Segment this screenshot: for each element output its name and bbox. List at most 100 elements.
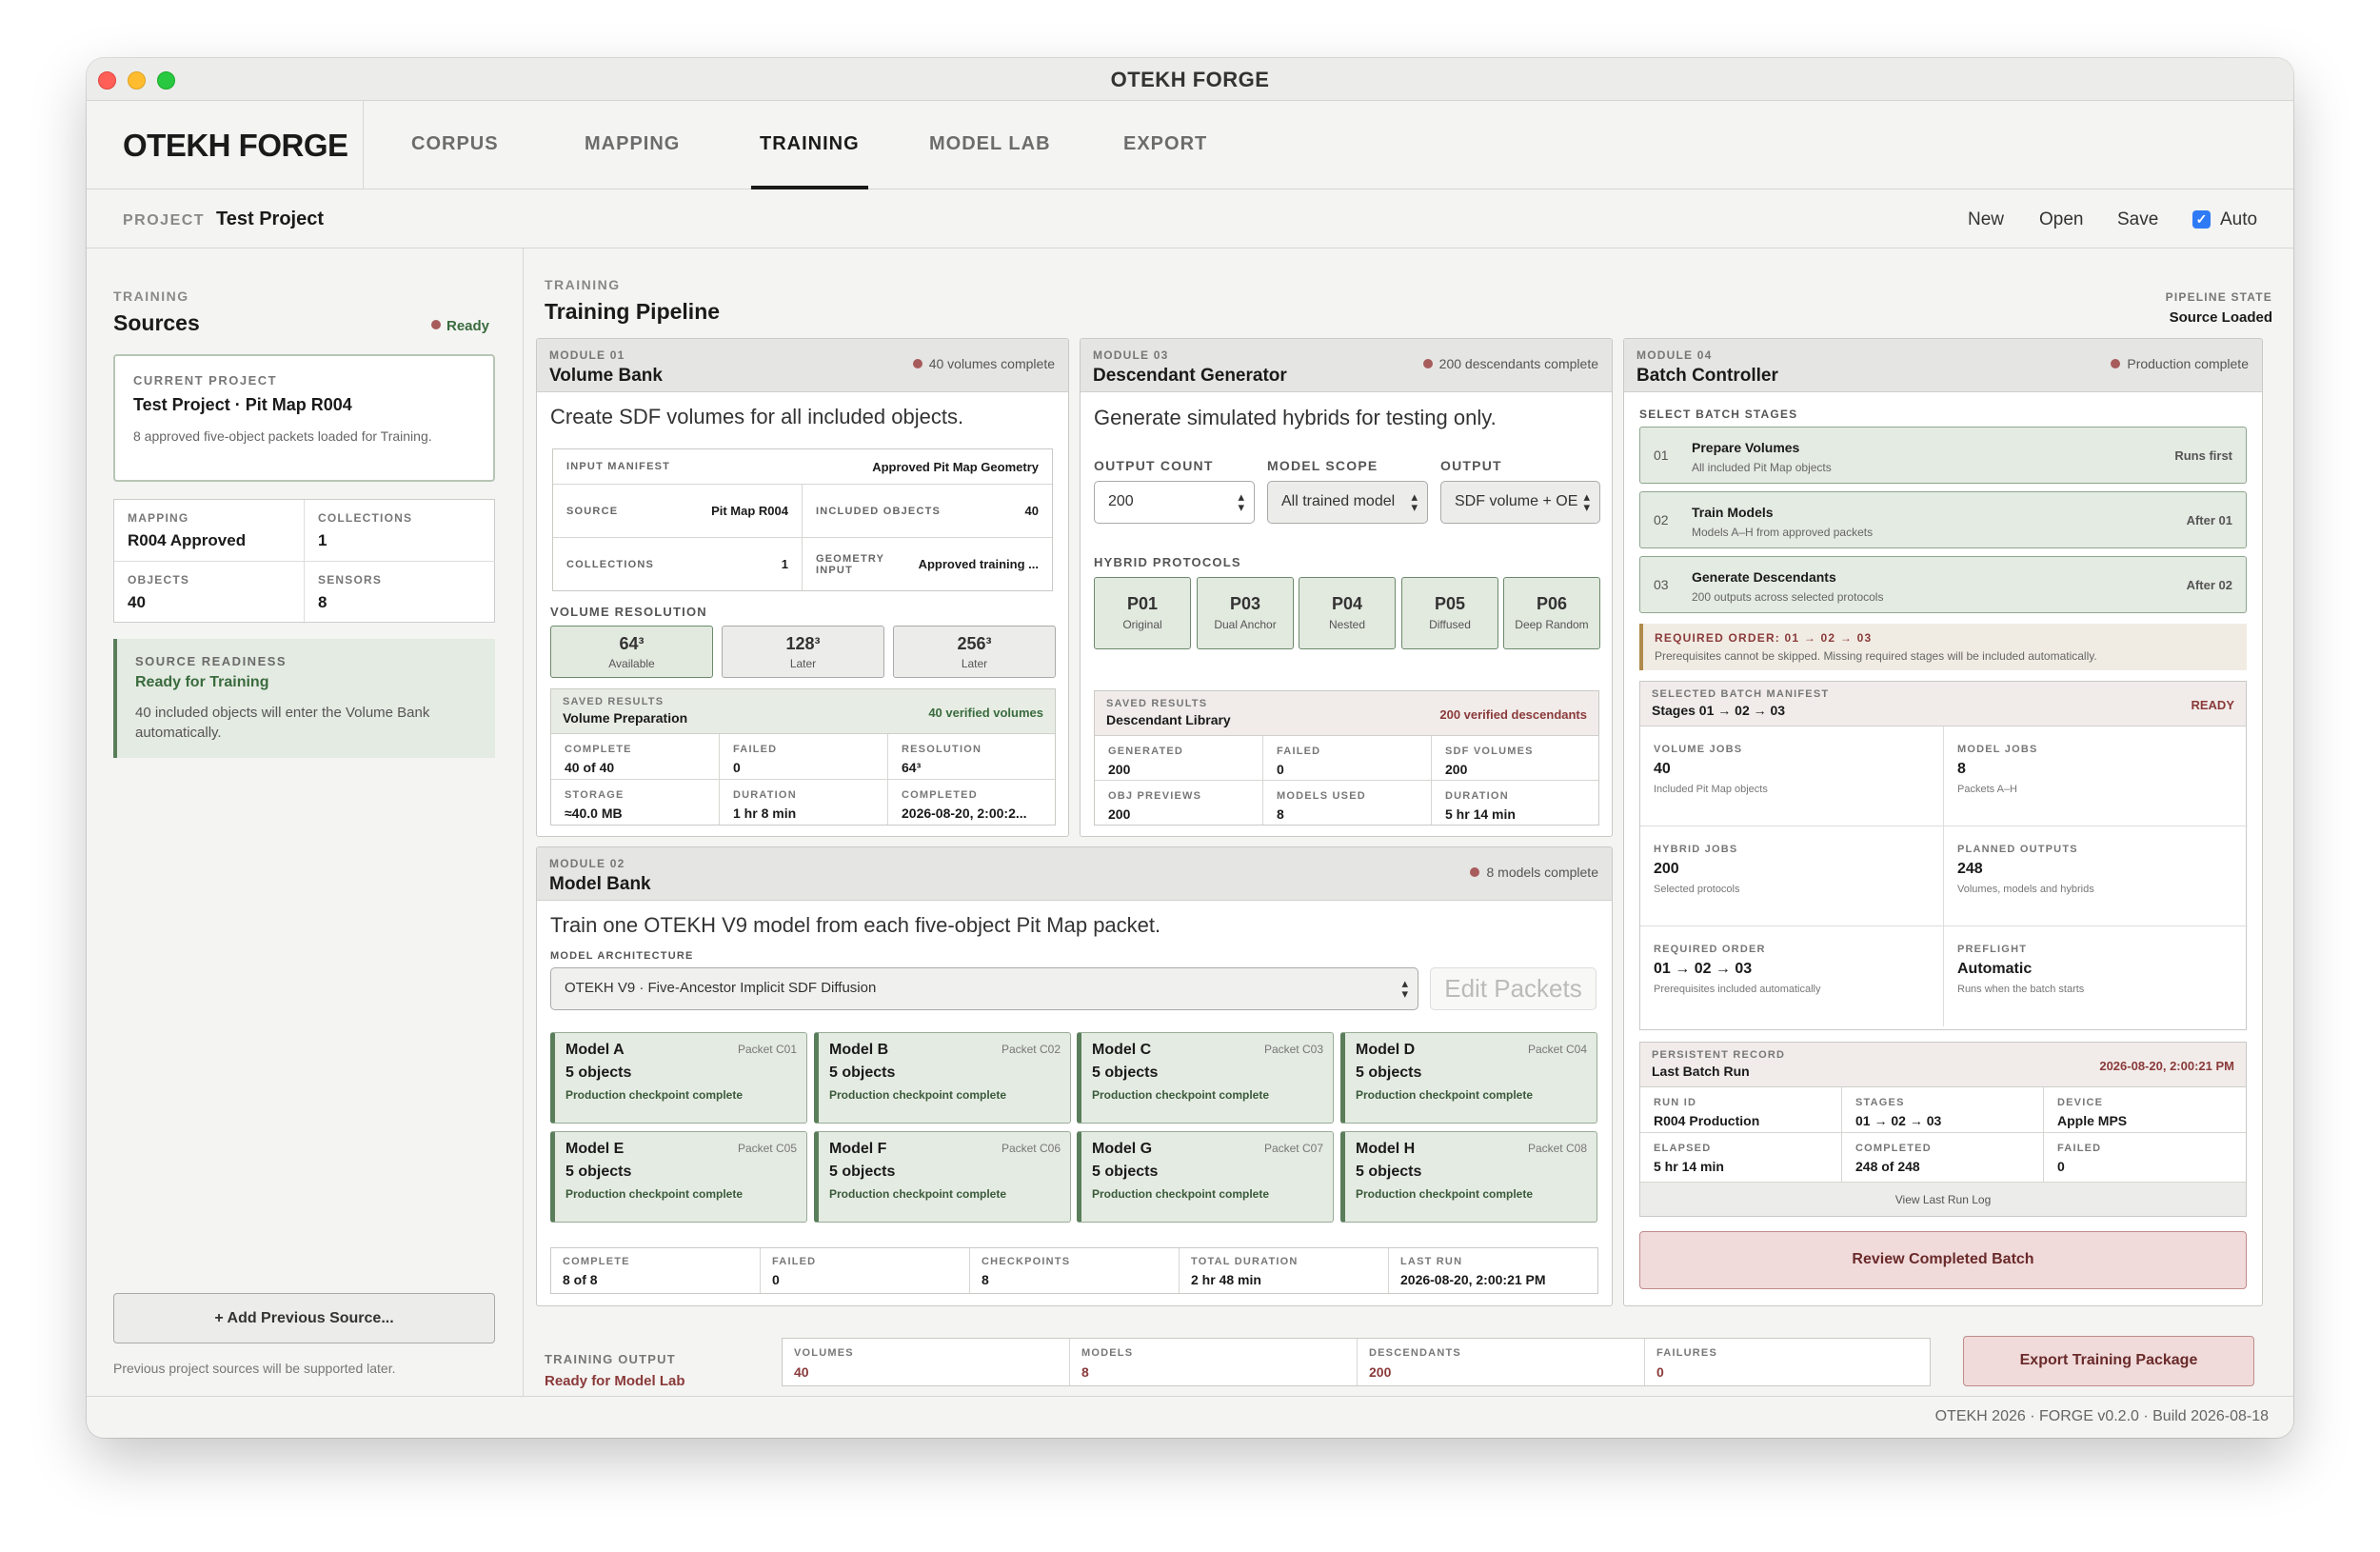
stat-sensors: SENSORS 8 [318,573,383,611]
resolution-256[interactable]: 256³ Later [893,626,1056,678]
output-cell: MODELS 8 [1070,1339,1358,1385]
manifest-cell: REQUIRED ORDER 01 → 02 → 03 Prerequisites … [1640,926,1944,1026]
descendant-generator-panel: MODULE 03 Descendant Generator 200 desce… [1080,338,1613,837]
readiness-title: Ready for Training [135,674,269,690]
readiness-text: 40 included objects will enter the Volum… [135,705,430,741]
manifest-cell: HYBRID JOBS 200 Selected protocols [1640,826,1944,926]
record-cell: COMPLETED 248 of 248 [1842,1133,2044,1182]
model-bank-summary: COMPLETE 8 of 8 FAILED 0 CHECKPOINTS 8 TOTA… [550,1247,1598,1294]
volume-bank-header: MODULE 01 Volume Bank 40 volumes complet… [537,339,1068,392]
auto-label[interactable]: Auto [2220,209,2257,230]
auto-checkbox[interactable]: ✓ [2192,210,2211,229]
record-cell: RUN ID R004 Production [1640,1087,1842,1133]
training-output-label: TRAINING OUTPUT [545,1352,676,1366]
protocol-p06[interactable]: P06 Deep Random [1503,577,1600,649]
model-scope-select[interactable]: All trained model ▴ ▾ [1267,481,1428,524]
stepper-icon[interactable]: ▴ ▾ [1238,490,1244,513]
saved-results-header: SAVED RESULTS Descendant Library 200 ver… [1095,691,1598,736]
open-button[interactable]: Open [2039,209,2083,230]
tab-model-lab[interactable]: MODEL LAB [929,133,1051,155]
build-info: OTEKH 2026 · FORGE v0.2.0 · Build 2026-0… [1934,1408,2269,1424]
view-last-run-log-link[interactable]: View Last Run Log [1640,1182,2246,1216]
tab-corpus[interactable]: CORPUS [411,133,499,155]
output-count-label: OUTPUT COUNT [1094,458,1214,473]
input-manifest: INPUT MANIFEST Approved Pit Map Geometry … [552,448,1053,591]
protocol-p03[interactable]: P03 Dual Anchor [1197,577,1294,649]
current-project-title: Test Project · Pit Map R004 [133,395,352,414]
model-card-e[interactable]: Model E Packet C05 5 objects Production che… [550,1131,807,1223]
model-bank-panel: MODULE 02 Model Bank 8 models complete T… [536,846,1613,1306]
current-project-subtitle: 8 approved five-object packets loaded fo… [133,428,432,444]
manifest-included-objects: INCLUDED OBJECTS 40 [803,485,1052,538]
record-cell: DEVICE Apple MPS [2044,1087,2246,1133]
export-training-package-button[interactable]: Export Training Package [1963,1336,2254,1386]
model-card-c[interactable]: Model C Packet C03 5 objects Production che… [1077,1032,1334,1124]
model-architecture-select[interactable]: OTEKH V9 · Five-Ancestor Implicit SDF Di… [550,967,1418,1010]
sidebar-status: Ready [431,318,489,334]
result-cell: DURATION 1 hr 8 min [720,780,888,825]
stage-prepare-volumes[interactable]: 01 Prepare Volumes All included Pit Map ob… [1639,427,2247,484]
manifest-collections: COLLECTIONS 1 [553,538,803,590]
sources-sidebar: TRAINING Sources Ready CURRENT PROJECT T… [87,249,524,1396]
summary-cell: TOTAL DURATION 2 hr 48 min [1180,1248,1389,1293]
hybrid-protocols-label: HYBRID PROTOCOLS [1094,555,1241,569]
model-bank-header: MODULE 02 Model Bank 8 models complete [537,847,1612,901]
brand-divider [363,101,364,189]
batch-controller-status: Production complete [2111,356,2249,371]
stage-train-models[interactable]: 02 Train Models Models A–H from approved p… [1639,491,2247,548]
output-select[interactable]: SDF volume + OE ▴ ▾ [1440,481,1600,524]
descendant-generator-status: 200 descendants complete [1422,356,1598,371]
protocol-p01[interactable]: P01 Original [1094,577,1191,649]
current-project-card: CURRENT PROJECT Test Project · Pit Map R… [113,354,495,482]
protocol-p05[interactable]: P05 Diffused [1401,577,1498,649]
model-card-b[interactable]: Model B Packet C02 5 objects Production che… [814,1032,1071,1124]
model-card-a[interactable]: Model A Packet C01 5 objects Production che… [550,1032,807,1124]
add-previous-source-button[interactable]: + Add Previous Source... [113,1293,495,1343]
app-window: OTEKH FORGE OTEKH FORGE CORPUS MAPPING T… [87,58,2293,1438]
review-completed-batch-button[interactable]: Review Completed Batch [1639,1231,2247,1289]
batch-controller-header: MODULE 04 Batch Controller Production co… [1624,339,2262,392]
result-cell: FAILED 0 [720,734,888,780]
current-project-eyebrow: CURRENT PROJECT [133,373,278,388]
app-header: OTEKH FORGE CORPUS MAPPING TRAINING MODE… [87,101,2293,189]
manifest-cell: VOLUME JOBS 40 Included Pit Map objects [1640,726,1944,826]
model-card-g[interactable]: Model G Packet C07 5 objects Production che… [1077,1131,1334,1223]
training-output-value: Ready for Model Lab [545,1373,685,1389]
descendant-description: Generate simulated hybrids for testing o… [1094,406,1497,429]
summary-cell: FAILED 0 [761,1248,970,1293]
readiness-eyebrow: SOURCE READINESS [135,654,288,668]
footer: OTEKH 2026 · FORGE v0.2.0 · Build 2026-0… [87,1396,2293,1438]
summary-cell: COMPLETE 8 of 8 [551,1248,761,1293]
save-button[interactable]: Save [2117,209,2158,230]
summary-cell: LAST RUN 2026-08-20, 2:00:21 PM [1400,1256,1546,1287]
resolution-128[interactable]: 128³ Later [722,626,884,678]
saved-results-header: SAVED RESULTS Volume Preparation 40 veri… [551,689,1055,734]
record-cell: STAGES 01 → 02 → 03 [1842,1087,2044,1133]
output-count-input[interactable]: 200 ▴ ▾ [1094,481,1255,524]
title-bar: OTEKH FORGE [87,58,2293,101]
batch-stages-label: SELECT BATCH STAGES [1639,408,1798,421]
result-cell: RESOLUTION 64³ [888,734,1055,780]
result-cell: OBJ PREVIEWS 200 [1095,781,1263,825]
sidebar-title: Sources [113,310,200,335]
new-button[interactable]: New [1968,209,2004,230]
tab-training[interactable]: TRAINING [760,133,860,155]
edit-packets-button[interactable]: Edit Packets [1430,967,1597,1010]
stat-collections: COLLECTIONS 1 [305,500,495,562]
model-card-d[interactable]: Model D Packet C04 5 objects Production che… [1340,1032,1597,1124]
model-architecture-label: MODEL ARCHITECTURE [550,950,694,962]
tab-export[interactable]: EXPORT [1123,133,1207,155]
model-card-f[interactable]: Model F Packet C06 5 objects Production che… [814,1131,1071,1223]
main-title: Training Pipeline [545,299,721,324]
volume-bank-description: Create SDF volumes for all included obje… [550,405,964,428]
stat-objects: OBJECTS 40 [114,562,305,624]
output-cell: VOLUMES 40 [783,1339,1070,1385]
tab-mapping[interactable]: MAPPING [585,133,680,155]
select-arrows-icon: ▴ ▾ [1407,490,1418,513]
protocol-p04[interactable]: P04 Nested [1299,577,1396,649]
source-readiness-card: SOURCE READINESS Ready for Training 40 i… [113,639,495,758]
resolution-64[interactable]: 64³ Available [550,626,713,678]
model-card-h[interactable]: Model H Packet C08 5 objects Production che… [1340,1131,1597,1223]
stage-generate-descendants[interactable]: 03 Generate Descendants 200 outputs across… [1639,556,2247,613]
record-cell: FAILED 0 [2057,1143,2102,1174]
